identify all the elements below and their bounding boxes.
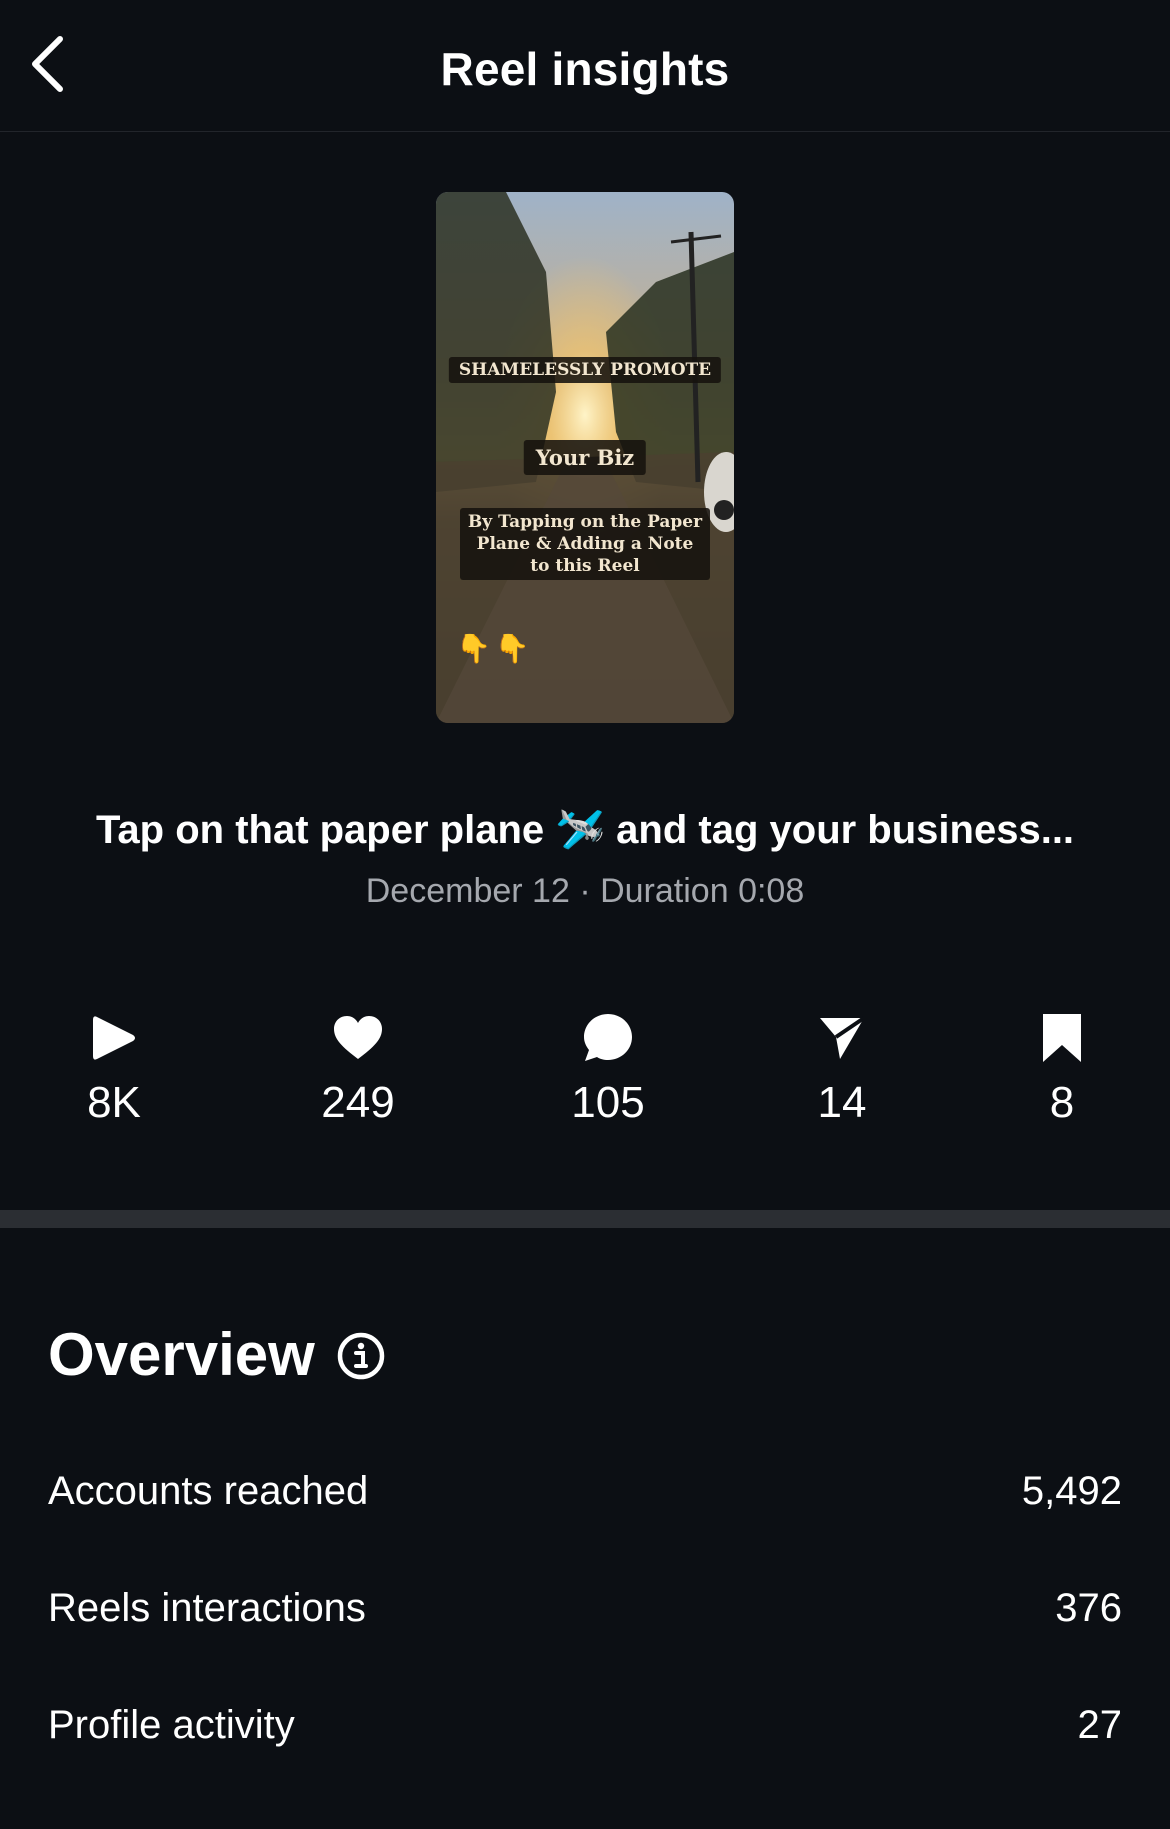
- shares-count: 14: [817, 1078, 867, 1127]
- meta-separator: ·: [579, 872, 591, 910]
- accounts-reached-value: 5,492: [1021, 1468, 1122, 1513]
- saves-stat: 8: [972, 1010, 1152, 1128]
- section-divider: [0, 1210, 1170, 1228]
- accounts-reached-row[interactable]: Accounts reached 5,492: [48, 1461, 1122, 1521]
- likes-count: 249: [321, 1078, 395, 1127]
- saves-count: 8: [1049, 1078, 1075, 1127]
- thumbnail-text-3: By Tapping on the Paper Plane & Adding a…: [460, 508, 710, 580]
- profile-activity-value: 27: [1077, 1702, 1123, 1747]
- page-title: Reel insights: [440, 43, 730, 95]
- play-icon: [93, 1016, 135, 1060]
- thumbnail-text-2: Your Biz: [523, 440, 647, 475]
- comment-icon: [584, 1014, 632, 1061]
- pointing-down-emoji: 👇👇: [456, 633, 534, 664]
- overview-title: Overview: [48, 1321, 315, 1388]
- plays-stat: 8K: [24, 1010, 204, 1128]
- profile-activity-label: Profile activity: [48, 1702, 295, 1747]
- comments-count: 105: [571, 1078, 645, 1127]
- info-icon: [337, 1332, 385, 1380]
- plays-count: 8K: [87, 1078, 141, 1127]
- header-bar: Reel insights: [0, 0, 1170, 132]
- reel-duration: 0:08: [738, 872, 805, 910]
- bookmark-icon: [1043, 1014, 1081, 1062]
- profile-activity-row[interactable]: Profile activity 27: [48, 1695, 1122, 1755]
- overview-info-button[interactable]: [336, 1331, 386, 1381]
- heart-icon: [334, 1016, 382, 1059]
- duration-label: Duration: [600, 872, 729, 910]
- paper-plane-icon: [820, 1016, 866, 1059]
- reel-date: December 12: [365, 872, 570, 910]
- reels-interactions-label: Reels interactions: [48, 1585, 366, 1630]
- thumbnail-text-1: SHAMELESSLY PROMOTE: [448, 357, 722, 383]
- reels-interactions-value: 376: [1055, 1585, 1122, 1630]
- reels-interactions-row[interactable]: Reels interactions 376: [48, 1578, 1122, 1638]
- accounts-reached-label: Accounts reached: [48, 1468, 369, 1513]
- likes-stat: 249: [268, 1010, 448, 1128]
- shares-stat: 14: [752, 1010, 932, 1128]
- reel-caption: Tap on that paper plane 🛩️ and tag your …: [95, 808, 1075, 852]
- comments-stat: 105: [518, 1010, 698, 1128]
- reel-thumbnail[interactable]: SHAMELESSLY PROMOTE Your Biz By Tapping …: [436, 192, 734, 723]
- reel-meta: December 12 · Duration 0:08: [0, 872, 1170, 911]
